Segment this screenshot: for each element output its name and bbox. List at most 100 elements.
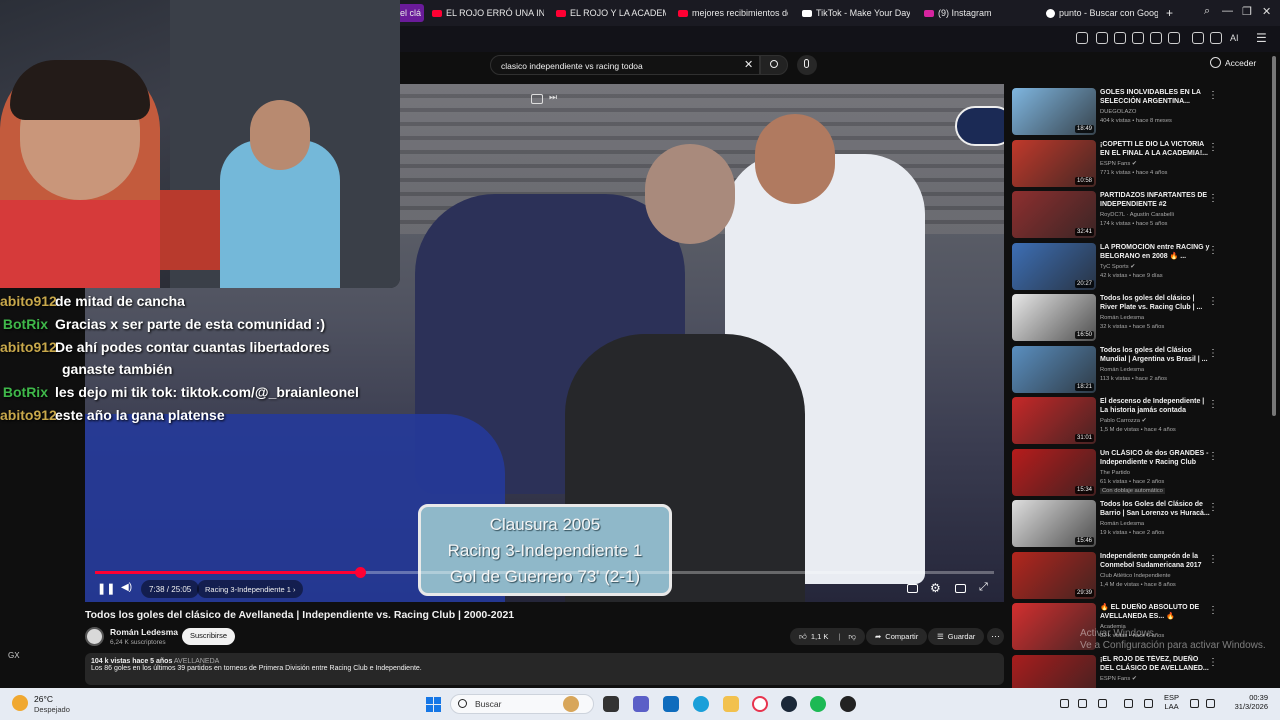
- browser-tab[interactable]: TikTok - Make Your Day: [802, 4, 910, 22]
- channel-name[interactable]: Román Ledesma: [1100, 521, 1144, 527]
- video-menu-icon[interactable]: ⋮: [1208, 451, 1218, 462]
- subscribe-button[interactable]: Suscribirse: [182, 628, 236, 645]
- speaker-icon[interactable]: [1206, 699, 1215, 708]
- fullscreen-icon[interactable]: ⤢: [979, 581, 988, 594]
- video-thumbnail[interactable]: 20:27: [1012, 242, 1096, 290]
- chapter-button[interactable]: Racing 3-Independiente 1 ›: [197, 580, 304, 598]
- steam-icon[interactable]: [781, 696, 797, 712]
- minimize-icon[interactable]: —: [1222, 5, 1233, 17]
- recommended-video[interactable]: 15:34 Un CLÁSICO de dos GRANDES - Indepen…: [1012, 448, 1270, 498]
- video-thumbnail[interactable]: 29:39: [1012, 551, 1096, 599]
- search-input[interactable]: clasico independiente vs racing todoa: [490, 55, 760, 75]
- video-title-link[interactable]: GOLES INOLVIDABLES EN LA SELECCIÓN ARGEN…: [1100, 88, 1210, 106]
- channel-name[interactable]: Club Atlético Independiente: [1100, 573, 1171, 579]
- video-menu-icon[interactable]: ⋮: [1208, 90, 1218, 101]
- channel-name[interactable]: Román Ledesma: [110, 627, 178, 637]
- channel-name[interactable]: Román Ledesma: [1100, 367, 1144, 373]
- pin-icon[interactable]: [1096, 32, 1108, 44]
- gx-label[interactable]: GX: [8, 651, 20, 660]
- bluetooth-icon[interactable]: [1098, 699, 1107, 708]
- channel-name[interactable]: TyC Sports ✔: [1100, 264, 1135, 270]
- file-explorer-icon[interactable]: [723, 696, 739, 712]
- recommended-video[interactable]: 16:50 Todos los goles del clásico | River…: [1012, 294, 1270, 343]
- thumbs-down-icon[interactable]: 👎︎: [848, 632, 856, 642]
- video-title-link[interactable]: ¡EL ROJO DE TÉVEZ, DUEÑO DEL CLÁSICO DE …: [1100, 655, 1210, 673]
- screenshot-icon[interactable]: [1114, 32, 1126, 44]
- weather-sun-icon[interactable]: [12, 695, 28, 711]
- video-thumbnail[interactable]: 31:01: [1012, 397, 1096, 444]
- channel-name[interactable]: Román Ledesma: [1100, 315, 1144, 321]
- recommended-video[interactable]: 29:39 Independiente campeón de la Conmebo…: [1012, 551, 1270, 601]
- share-button[interactable]: ➦ Compartir: [866, 628, 928, 645]
- sign-in-button[interactable]: Acceder: [1210, 57, 1256, 68]
- settings-gear-icon[interactable]: ⚙: [930, 581, 941, 595]
- channel-name[interactable]: The Partido: [1100, 470, 1130, 476]
- teams-icon[interactable]: [633, 696, 649, 712]
- more-actions-icon[interactable]: ⋯: [987, 628, 1004, 645]
- shield-icon[interactable]: [1132, 32, 1144, 44]
- video-title-link[interactable]: Todos los goles del clásico | River Plat…: [1100, 294, 1210, 312]
- heart-icon[interactable]: [1168, 32, 1180, 44]
- video-thumbnail[interactable]: 18:21: [1012, 345, 1096, 393]
- wifi-icon[interactable]: [1190, 699, 1199, 708]
- subtitles-icon[interactable]: [907, 584, 918, 593]
- weather-description[interactable]: Despejado: [34, 705, 70, 714]
- close-icon[interactable]: ✕: [1262, 5, 1271, 18]
- onedrive-icon[interactable]: [1078, 699, 1087, 708]
- clear-search-icon[interactable]: ✕: [744, 58, 753, 71]
- channel-name[interactable]: ESPN Fans ✔: [1100, 676, 1137, 682]
- video-title-link[interactable]: PARTIDAZOS INFARTANTES DE INDEPENDIENTE …: [1100, 191, 1210, 209]
- like-button[interactable]: 👍︎ 1,1 K | 👎︎: [790, 628, 865, 645]
- recommended-video[interactable]: 10:58 ¡COPETTI LE DIO LA VICTORIA EN EL F…: [1012, 139, 1270, 189]
- channel-name[interactable]: DUEGOLAZO: [1100, 109, 1136, 115]
- edge-icon[interactable]: [693, 696, 709, 712]
- video-menu-icon[interactable]: ⋮: [1208, 142, 1218, 153]
- maximize-icon[interactable]: ❐: [1242, 5, 1252, 18]
- network-icon[interactable]: [1124, 699, 1133, 708]
- player-icon[interactable]: [1150, 32, 1162, 44]
- browser-tab[interactable]: el clá: [396, 4, 424, 22]
- video-menu-icon[interactable]: ⋮: [1208, 605, 1218, 616]
- app-icon[interactable]: [840, 696, 856, 712]
- task-view-icon[interactable]: [603, 696, 619, 712]
- language-indicator[interactable]: ESP LAA: [1164, 693, 1179, 711]
- recommended-video[interactable]: 20:27 LA PROMOCIÓN entre RACING y BELGRAN…: [1012, 242, 1270, 292]
- browser-tab[interactable]: mejores recibimientos de: [678, 4, 788, 22]
- volume-icon[interactable]: ◀): [121, 582, 132, 593]
- search-button[interactable]: [760, 55, 788, 75]
- video-title-link[interactable]: Todos los Goles del Clásico de Barrio | …: [1100, 500, 1210, 518]
- recommended-video[interactable]: 18:49 GOLES INOLVIDABLES EN LA SELECCIÓN …: [1012, 88, 1270, 137]
- video-menu-icon[interactable]: ⋮: [1208, 657, 1218, 668]
- pause-icon[interactable]: ❚❚: [97, 582, 115, 595]
- video-menu-icon[interactable]: ⋮: [1208, 554, 1218, 565]
- search-highlight-icon[interactable]: [563, 696, 579, 712]
- video-thumbnail[interactable]: 18:49: [1012, 88, 1096, 135]
- video-title-link[interactable]: Un CLÁSICO de dos GRANDES - Independient…: [1100, 449, 1210, 467]
- next-chapter-icon[interactable]: ⏭: [549, 92, 557, 103]
- video-thumbnail[interactable]: 10:58: [1012, 139, 1096, 187]
- weather-temperature[interactable]: 26°C: [34, 694, 53, 704]
- video-title-link[interactable]: ¡COPETTI LE DIO LA VICTORIA EN EL FINAL …: [1100, 140, 1210, 158]
- video-title-link[interactable]: 🔥 EL DUEÑO ABSOLUTO DE AVELLANEDA ES... …: [1100, 603, 1210, 621]
- miniplayer-icon[interactable]: [531, 94, 543, 104]
- browser-tab[interactable]: punto - Buscar con Goog: [1046, 4, 1158, 22]
- recommended-video[interactable]: 18:21 Todos los goles del Clásico Mundial…: [1012, 345, 1270, 395]
- video-menu-icon[interactable]: ⋮: [1208, 296, 1218, 307]
- recommended-video[interactable]: 32:41 PARTIDAZOS INFARTANTES DE INDEPENDI…: [1012, 191, 1270, 240]
- profile-icon[interactable]: [1192, 32, 1204, 44]
- chevron-up-icon[interactable]: [1060, 699, 1069, 708]
- recommended-video[interactable]: 15:46 Todos los Goles del Clásico de Barr…: [1012, 500, 1270, 549]
- ai-button[interactable]: AI: [1230, 33, 1239, 43]
- video-menu-icon[interactable]: ⋮: [1208, 193, 1218, 204]
- download-icon[interactable]: [1210, 32, 1222, 44]
- hashtag[interactable]: AVELLANEDA: [174, 658, 219, 665]
- opera-gx-icon[interactable]: [752, 696, 768, 712]
- spotify-icon[interactable]: [810, 696, 826, 712]
- video-menu-icon[interactable]: ⋮: [1208, 399, 1218, 410]
- video-menu-icon[interactable]: ⋮: [1208, 245, 1218, 256]
- voice-search-button[interactable]: [797, 55, 817, 75]
- video-menu-icon[interactable]: ⋮: [1208, 348, 1218, 359]
- browser-tab[interactable]: EL ROJO ERRÓ UNA INC: [432, 4, 544, 22]
- scrollbar[interactable]: [1272, 56, 1276, 416]
- volume-tray-icon[interactable]: [1144, 699, 1153, 708]
